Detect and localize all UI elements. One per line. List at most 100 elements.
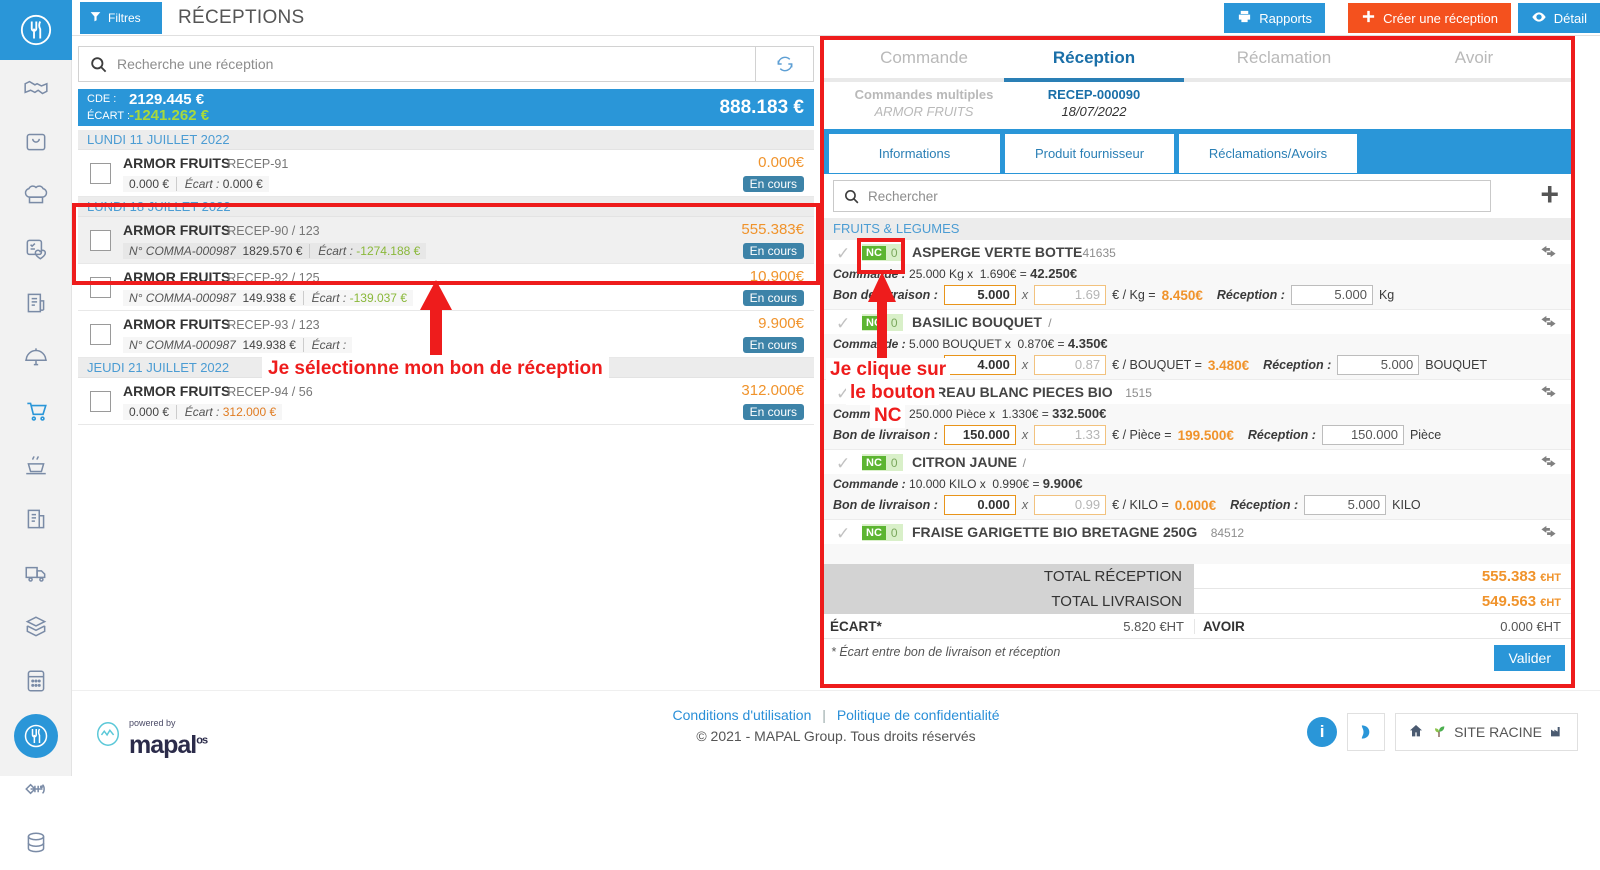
creer-reception-button[interactable]: Créer une réception	[1348, 3, 1511, 33]
product-row[interactable]: ✓ NC 0 BASILIC BOUQUET /	[824, 309, 1571, 334]
row-checkbox[interactable]	[90, 163, 111, 184]
cde-label: CDE :	[87, 93, 117, 105]
feedback-icon[interactable]	[1347, 713, 1386, 751]
sidebar-item-fish[interactable]	[0, 762, 72, 816]
tab-reception[interactable]: Réception	[1004, 48, 1184, 68]
reception-unit: Pièce	[1409, 428, 1442, 442]
privacy-link[interactable]: Politique de confidentialité	[837, 707, 1000, 723]
check-icon[interactable]: ✓	[836, 244, 850, 264]
sidebar-rail	[0, 0, 72, 853]
filters-button[interactable]: Filtres	[80, 2, 162, 34]
commande-line: Commande : 10.000 KILO x 0.990€ = 9.900€	[833, 476, 1083, 491]
sidebar-item-cloche[interactable]	[0, 330, 72, 384]
valider-button[interactable]: Valider	[1494, 645, 1565, 671]
reception-qty-input[interactable]: 150.000	[1321, 425, 1404, 445]
check-icon[interactable]: ✓	[836, 314, 850, 334]
product-search-bar: Rechercher +	[824, 174, 1571, 218]
commandes-multiples-label: Commandes multiples	[854, 87, 994, 102]
product-detail: Commande : 25.000 Kg x 1.690€ = 42.250€ B…	[824, 264, 1571, 309]
sidebar-item-truck[interactable]	[0, 546, 72, 600]
sidebar-item-stack-box[interactable]	[0, 600, 72, 654]
nc-button[interactable]: NC 0	[862, 244, 903, 261]
product-row[interactable]: ✓ NC 0 CITRON JAUNE /	[824, 449, 1571, 474]
bl-price-input[interactable]: 0.87	[1034, 355, 1107, 375]
reception-qty-input[interactable]: 5.000	[1304, 495, 1387, 515]
product-ref: /	[1022, 456, 1026, 470]
swap-arrows-icon[interactable]	[1540, 383, 1557, 404]
subtab-produit-fournisseur[interactable]: Produit fournisseur	[1004, 133, 1175, 174]
swap-arrows-icon[interactable]	[1540, 453, 1557, 474]
row-status-badge: En cours	[742, 243, 804, 259]
totals-footer: * Écart entre bon de livraison et récept…	[824, 639, 1571, 681]
reception-row[interactable]: ARMOR FRUITS RECEP-91 0.000 € Écart : 0.00…	[78, 150, 814, 197]
ecart-note: * Écart entre bon de livraison et récept…	[831, 645, 1061, 659]
report-icon	[1237, 9, 1252, 27]
row-supplier: ARMOR FRUITS	[123, 383, 231, 399]
avoir-label: AVOIR	[1203, 618, 1245, 634]
reception-row[interactable]: ARMOR FRUITS RECEP-90 / 123 N° COMMA-00098…	[78, 217, 814, 264]
sidebar-item-calculator[interactable]	[0, 654, 72, 708]
sidebar-item-invoice[interactable]	[0, 492, 72, 546]
bl-qty-input[interactable]: 0.000	[943, 495, 1016, 515]
product-ref: 1515	[1125, 386, 1152, 400]
livraison-line: Bon de livraison :5.000 x 1.69 € / Kg = 8.45…	[833, 285, 1394, 305]
info-icon[interactable]: i	[1307, 717, 1338, 747]
livraison-line: Bon de livraison : 0.000 x 0.99 € / KILO = 0.…	[833, 495, 1421, 515]
row-checkbox[interactable]	[90, 391, 111, 412]
commande-label: Commande :	[833, 477, 906, 491]
nc-button[interactable]: NC 0	[862, 454, 903, 471]
bl-qty-input[interactable]: 5.000	[943, 285, 1016, 305]
product-detail	[824, 544, 1571, 564]
summary-total: 888.183 €	[719, 97, 804, 118]
app-logo-bottom[interactable]	[14, 714, 58, 758]
swap-arrows-icon[interactable]	[1540, 243, 1557, 264]
row-checkbox[interactable]	[90, 277, 111, 298]
detail-button[interactable]: Détail	[1517, 3, 1600, 33]
sidebar-item-checklist-heart[interactable]	[0, 222, 72, 276]
search-reception-input[interactable]: Recherche une réception	[78, 46, 814, 82]
reception-row[interactable]: ARMOR FRUITS RECEP-94 / 56 0.000 € Écart :…	[78, 378, 814, 425]
bl-qty-input[interactable]: 4.000	[943, 355, 1016, 375]
swap-arrows-icon[interactable]	[1540, 313, 1557, 334]
row-supplier: ARMOR FRUITS	[123, 316, 231, 332]
nc-button[interactable]: NC 0	[862, 524, 903, 541]
rapports-button[interactable]: Rapports	[1224, 3, 1325, 33]
bl-price-input[interactable]: 0.99	[1034, 495, 1107, 515]
row-checkbox[interactable]	[90, 324, 111, 345]
tab-commande[interactable]: Commande	[834, 48, 1014, 68]
search-icon	[834, 188, 868, 205]
subtab-informations[interactable]: Informations	[828, 133, 1001, 174]
product-search-input[interactable]: Rechercher	[833, 180, 1491, 212]
check-icon[interactable]: ✓	[836, 454, 850, 474]
reception-qty-input[interactable]: 5.000	[1337, 355, 1420, 375]
product-row[interactable]: ✓ NC 0 FRAISE GARIGETTE BIO BRETAGNE 250G 84…	[824, 519, 1571, 544]
sidebar-item-bag[interactable]	[0, 114, 72, 168]
nc-count: 0	[890, 245, 898, 260]
summary-banner: CDE : 2129.445 € ÉCART : -1241.262 € 888…	[78, 89, 814, 126]
avoir-value: 0.000 €HT	[1500, 618, 1561, 634]
refresh-icon[interactable]	[755, 47, 813, 81]
add-product-icon[interactable]: +	[1540, 178, 1559, 210]
sidebar-item-hot-pot[interactable]	[0, 438, 72, 492]
product-row[interactable]: ✓ NC 0 ASPERGE VERTE BOTTE 41635	[824, 239, 1571, 264]
reception-qty-input[interactable]: 5.000	[1290, 285, 1373, 305]
creer-label: Créer une réception	[1383, 10, 1498, 26]
tab-avoir[interactable]: Avoir	[1389, 48, 1559, 68]
sidebar-item-cart[interactable]	[0, 384, 72, 438]
swap-arrows-icon[interactable]	[1540, 523, 1557, 544]
bl-unit-label: € / KILO =	[1112, 498, 1169, 512]
terms-link[interactable]: Conditions d'utilisation	[673, 707, 812, 723]
bl-price-input[interactable]: 1.69	[1034, 285, 1107, 305]
check-icon[interactable]: ✓	[836, 524, 850, 544]
sidebar-item-chef-hat[interactable]	[0, 168, 72, 222]
row-checkbox[interactable]	[90, 230, 111, 251]
bl-label: Bon de livraison :	[833, 498, 938, 512]
subtab-reclamations-avoirs[interactable]: Réclamations/Avoirs	[1178, 133, 1358, 174]
sidebar-item-database[interactable]	[0, 816, 72, 870]
sidebar-item-handshake[interactable]	[0, 60, 72, 114]
site-selector[interactable]: SITE RACINE	[1395, 713, 1578, 751]
bl-price-input[interactable]: 1.33	[1034, 425, 1107, 445]
sidebar-item-document[interactable]	[0, 276, 72, 330]
bl-qty-input[interactable]: 150.000	[943, 425, 1016, 445]
tab-reclamation[interactable]: Réclamation	[1189, 48, 1379, 68]
